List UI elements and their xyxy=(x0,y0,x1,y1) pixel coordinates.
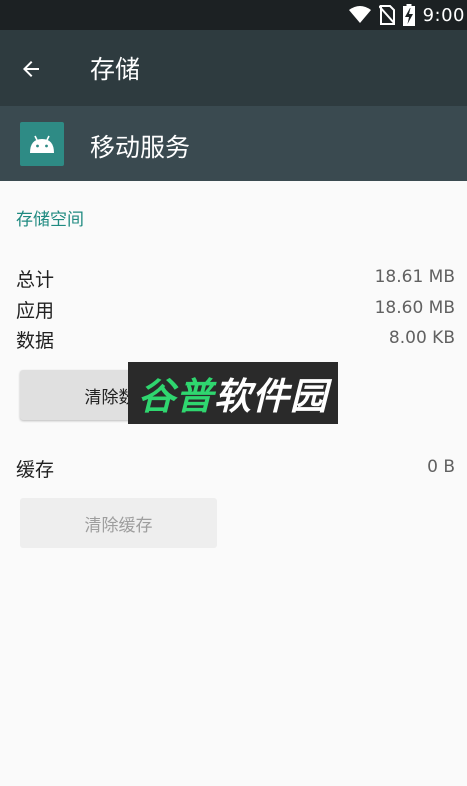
status-icons: 9:00 xyxy=(348,0,467,30)
row-value: 18.60 MB xyxy=(374,298,455,318)
clear-cache-button[interactable]: 清除缓存 xyxy=(20,498,217,548)
watermark-main: 软件园 xyxy=(214,375,328,418)
storage-section-title: 存储空间 xyxy=(16,210,84,230)
no-sim-icon xyxy=(378,5,395,25)
status-bar: 9:00 xyxy=(0,0,467,30)
battery-charging-icon xyxy=(402,4,415,26)
toolbar: 存储 xyxy=(0,30,467,106)
page-title: 存储 xyxy=(90,55,141,84)
back-button[interactable] xyxy=(15,53,47,85)
row-value: 18.61 MB xyxy=(374,267,455,287)
arrow-left-icon xyxy=(23,61,39,77)
watermark-accent: 谷普 xyxy=(138,375,214,418)
cache-value: 0 B xyxy=(427,457,455,477)
android-icon xyxy=(20,122,64,166)
watermark-text: 谷普软件园 xyxy=(138,366,328,420)
app-header: 移动服务 xyxy=(0,106,467,181)
row-value: 8.00 KB xyxy=(388,328,455,348)
cache-label: 缓存 xyxy=(16,459,55,481)
row-label: 数据 xyxy=(16,330,55,352)
status-clock: 9:00 xyxy=(422,4,465,26)
row-label: 应用 xyxy=(16,300,55,322)
cache-row: 缓存 0 B xyxy=(16,455,455,483)
storage-row-total: 总计 18.61 MB xyxy=(16,265,455,293)
storage-row-data: 数据 8.00 KB xyxy=(16,326,455,354)
storage-row-app: 应用 18.60 MB xyxy=(16,296,455,324)
watermark-logo: 谷普软件园 xyxy=(128,362,338,424)
row-label: 总计 xyxy=(16,269,55,291)
app-name: 移动服务 xyxy=(90,133,191,162)
wifi-icon xyxy=(348,6,371,24)
